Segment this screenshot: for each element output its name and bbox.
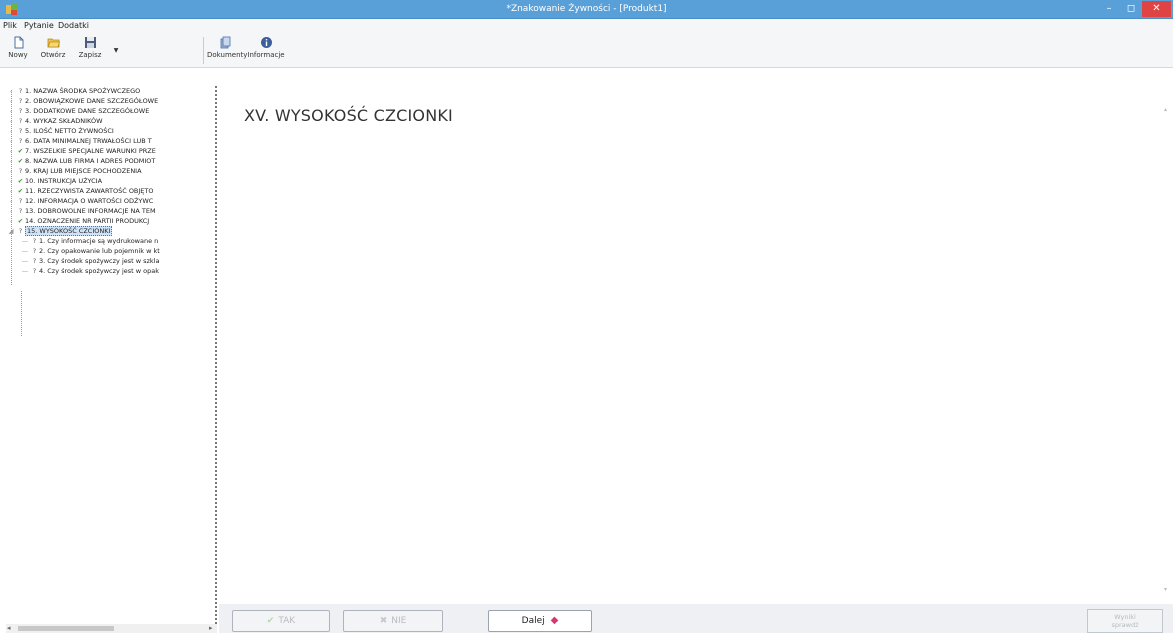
tree-item-7[interactable]: - ✔ 7. WSZELKIE SPECJALNE WARUNKI PRZE [6, 146, 156, 156]
tree-item-11[interactable]: - ✔ 11. RZECZYWISTA ZAWARTOŚĆ OBJĘTO [6, 186, 154, 196]
content-vertical-scrollbar[interactable]: ▴ ▾ [1163, 86, 1173, 606]
tree-item-4[interactable]: -? 4. WYKAZ SKŁADNIKÓW [6, 116, 103, 126]
subtree-item-3[interactable]: —? 3. Czy środek spożywczy jest w szkla [20, 256, 160, 266]
tree-item-15-selected[interactable]: ◢? 15. WYSOKOŚĆ CZCIONKI [6, 226, 113, 236]
results-button[interactable]: Wyniki sprawdź [1087, 609, 1163, 633]
tree-item-5[interactable]: -? 5. ILOŚĆ NETTO ŻYWNOŚCI [6, 126, 114, 136]
scroll-thumb[interactable] [18, 626, 114, 631]
open-button[interactable]: Otwórz [37, 35, 69, 66]
save-dropdown-button[interactable]: ▼ [110, 35, 122, 66]
tree-item-13[interactable]: -? 13. DOBROWOLNE INFORMACJE NA TEM [6, 206, 156, 216]
tree-item-6[interactable]: -? 6. DATA MINIMALNEJ TRWAŁOŚCI LUB T [6, 136, 152, 146]
tree-item-12[interactable]: -? 12. INFORMACJA O WARTOŚCI ODŻYWC [6, 196, 154, 206]
window-title: *Znakowanie Żywności - [Produkt1] [506, 4, 667, 14]
tree-item-2[interactable]: -? 2. OBOWIĄZKOWE DANE SZCZEGÓŁOWE [6, 96, 158, 106]
title-bar: *Znakowanie Żywności - [Produkt1] – ◻ ✕ [0, 0, 1173, 19]
menu-plik[interactable]: Plik [3, 20, 17, 32]
next-button[interactable]: Dalej ◆ [488, 610, 592, 632]
subtree-item-4[interactable]: —? 4. Czy środek spożywczy jest w opak [20, 266, 159, 276]
information-button[interactable]: Informacje [245, 35, 287, 66]
chevron-down-icon: ▼ [113, 47, 119, 54]
tree-guide-line [21, 291, 22, 336]
content-area: XV. WYSOKOŚĆ CZCIONKI [219, 86, 1161, 604]
scroll-left-icon[interactable]: ◂ [7, 624, 11, 633]
menu-dodatki[interactable]: Dodatki [58, 20, 89, 32]
scroll-down-icon[interactable]: ▾ [1164, 586, 1167, 593]
no-button[interactable]: ✖ NIE [343, 610, 443, 632]
cross-icon: ✖ [379, 616, 388, 626]
save-disk-icon [84, 37, 96, 48]
scroll-right-icon[interactable]: ▸ [209, 624, 213, 633]
maximize-button[interactable]: ◻ [1120, 1, 1142, 17]
tree-item-14[interactable]: - ✔ 14. OZNACZENIE NR PARTII PRODUKCJ [6, 216, 149, 226]
check-icon: ✔ [266, 616, 275, 626]
yes-button[interactable]: ✔ TAK [232, 610, 330, 632]
subtree-item-2[interactable]: —? 2. Czy opakowanie lub pojemnik w kt [20, 246, 160, 256]
new-document-icon [14, 36, 23, 49]
folder-open-icon [46, 38, 60, 48]
menu-bar: Plik Pytanie Dodatki [0, 19, 1173, 33]
tree-horizontal-scrollbar[interactable]: ◂ ▸ [6, 624, 217, 633]
tree-item-1[interactable]: -? 1. NAZWA ŚRODKA SPOŻYWCZEGO [6, 86, 141, 96]
subtree-item-1[interactable]: —? 1. Czy informacje są wydrukowane n [20, 236, 159, 246]
close-button[interactable]: ✕ [1142, 1, 1171, 17]
section-title: XV. WYSOKOŚĆ CZCIONKI [244, 106, 453, 125]
documents-button[interactable]: Dokumenty [207, 35, 247, 66]
minimize-button[interactable]: – [1098, 1, 1120, 17]
tree-item-9[interactable]: -? 9. KRAJ LUB MIEJSCE POCHODZENIA [6, 166, 142, 176]
tree-item-10[interactable]: - ✔ 10. INSTRUKCJA UŻYCIA [6, 176, 102, 186]
tree-item-3[interactable]: -? 3. DODATKOWE DANE SZCZEGÓŁOWE [6, 106, 150, 116]
toolbar-separator [203, 37, 204, 64]
tree-item-8[interactable]: - ✔ 8. NAZWA LUB FIRMA I ADRES PODMIOT [6, 156, 156, 166]
menu-pytanie[interactable]: Pytanie [24, 20, 54, 32]
scroll-up-icon[interactable]: ▴ [1164, 106, 1167, 113]
next-arrow-icon: ◆ [550, 615, 559, 626]
question-tree[interactable]: -? 1. NAZWA ŚRODKA SPOŻYWCZEGO -? 2. OBOWI… [6, 86, 217, 628]
save-button[interactable]: Zapisz [74, 35, 106, 66]
action-bar: ✔ TAK ✖ NIE Dalej ◆ Wyniki sprawdź [219, 604, 1173, 633]
toolbar: Nowy Otwórz Zapisz ▼ Dokumenty Informacj… [0, 33, 1173, 68]
info-icon [260, 37, 272, 48]
documents-icon [220, 36, 230, 49]
new-button[interactable]: Nowy [4, 35, 32, 66]
